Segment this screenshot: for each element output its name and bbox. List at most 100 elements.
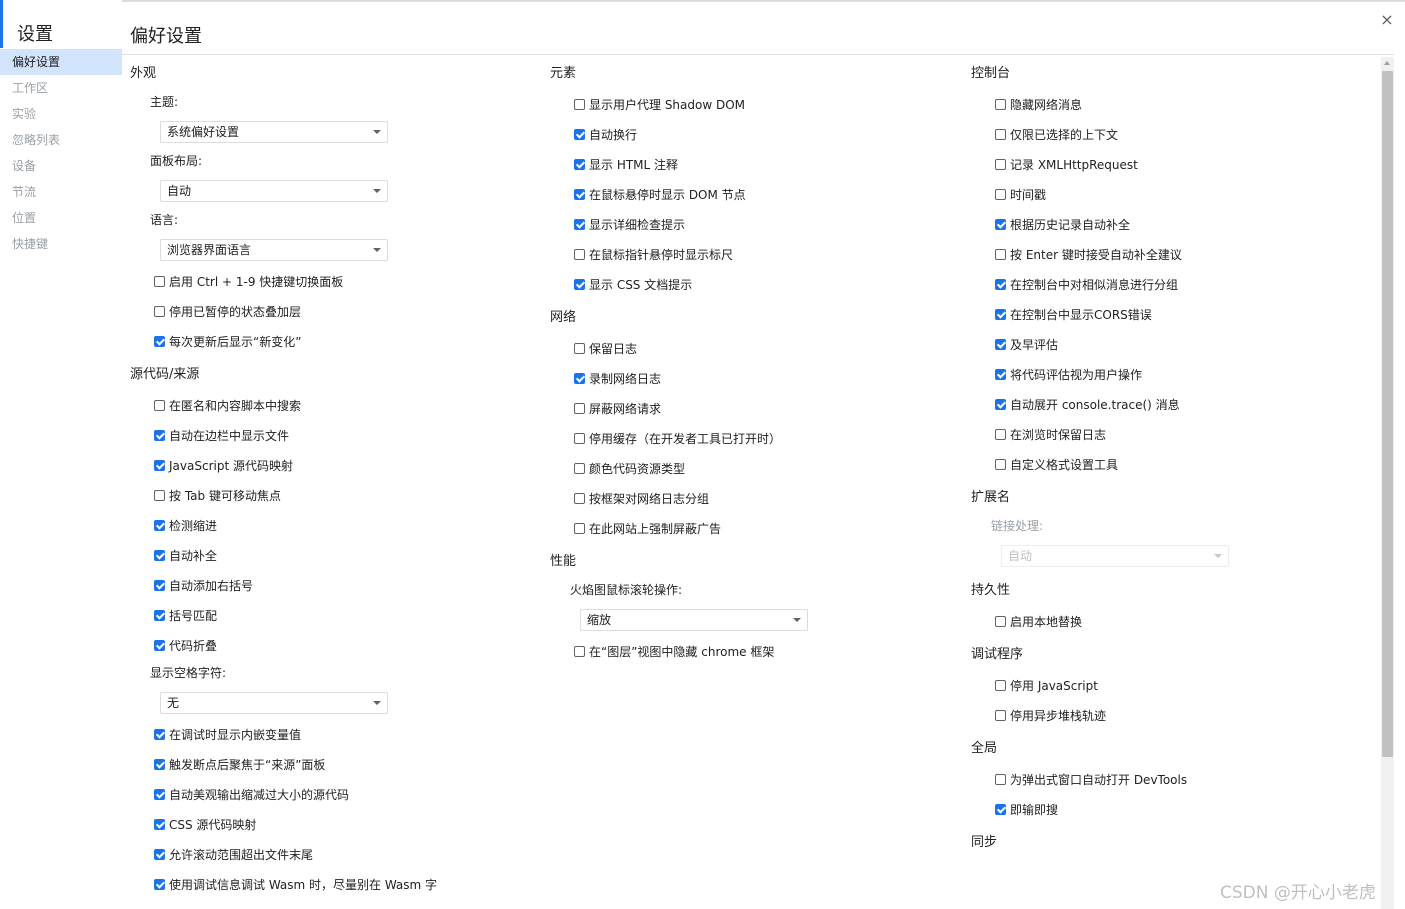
setting-row[interactable]: 在浏览时保留日志 — [971, 419, 1371, 449]
checkbox-checked[interactable] — [154, 335, 165, 347]
checkbox-checked[interactable] — [995, 218, 1006, 230]
checkbox-unchecked[interactable] — [154, 489, 165, 501]
dropdown-select[interactable]: 浏览器界面语言 — [160, 238, 388, 261]
checkbox-checked[interactable] — [154, 579, 165, 591]
setting-row[interactable]: 在调试时显示内嵌变量值 — [130, 719, 530, 749]
sidebar-item-4[interactable]: 设备 — [0, 153, 122, 179]
scroll-up-arrow-icon[interactable] — [1384, 61, 1390, 65]
setting-row[interactable]: 记录 XMLHttpRequest — [971, 149, 1371, 179]
setting-row[interactable]: 按 Enter 键时接受自动补全建议 — [971, 239, 1371, 269]
checkbox-checked[interactable] — [995, 308, 1006, 320]
setting-row[interactable]: 停用缓存（在开发者工具已打开时） — [550, 423, 950, 453]
checkbox-checked[interactable] — [574, 218, 585, 230]
setting-row[interactable]: 触发断点后聚焦于“来源”面板 — [130, 749, 530, 779]
setting-row[interactable]: 启用本地替换 — [971, 606, 1371, 636]
setting-row[interactable]: 启用 Ctrl + 1-9 快捷键切换面板 — [130, 266, 530, 296]
checkbox-checked[interactable] — [154, 818, 165, 830]
setting-row[interactable]: 自动添加右括号 — [130, 570, 530, 600]
setting-row[interactable]: 显示用户代理 Shadow DOM — [550, 89, 950, 119]
dropdown-select[interactable]: 自动 — [160, 179, 388, 202]
close-icon[interactable]: × — [1378, 10, 1396, 30]
checkbox-unchecked[interactable] — [995, 773, 1006, 785]
checkbox-checked[interactable] — [154, 459, 165, 471]
setting-row[interactable]: 按框架对网络日志分组 — [550, 483, 950, 513]
setting-row[interactable]: 将代码评估视为用户操作 — [971, 359, 1371, 389]
checkbox-checked[interactable] — [154, 609, 165, 621]
checkbox-unchecked[interactable] — [995, 128, 1006, 140]
checkbox-unchecked[interactable] — [574, 248, 585, 260]
checkbox-checked[interactable] — [995, 338, 1006, 350]
setting-row[interactable]: 仅限已选择的上下文 — [971, 119, 1371, 149]
setting-row[interactable]: 按 Tab 键可移动焦点 — [130, 480, 530, 510]
setting-row[interactable]: 根据历史记录自动补全 — [971, 209, 1371, 239]
checkbox-unchecked[interactable] — [574, 432, 585, 444]
setting-row[interactable]: 保留日志 — [550, 333, 950, 363]
setting-row[interactable]: 代码折叠 — [130, 630, 530, 660]
checkbox-checked[interactable] — [154, 519, 165, 531]
checkbox-unchecked[interactable] — [154, 275, 165, 287]
setting-row[interactable]: 在控制台中显示CORS错误 — [971, 299, 1371, 329]
sidebar-item-7[interactable]: 快捷键 — [0, 231, 122, 257]
scrollbar-thumb[interactable] — [1382, 71, 1393, 757]
checkbox-checked[interactable] — [574, 278, 585, 290]
dropdown-select[interactable]: 缩放 — [580, 608, 808, 631]
setting-row[interactable]: 显示详细检查提示 — [550, 209, 950, 239]
setting-row[interactable]: 时间戳 — [971, 179, 1371, 209]
dropdown-select[interactable]: 系统偏好设置 — [160, 120, 388, 143]
sidebar-item-5[interactable]: 节流 — [0, 179, 122, 205]
checkbox-checked[interactable] — [574, 158, 585, 170]
sidebar-item-2[interactable]: 实验 — [0, 101, 122, 127]
setting-row[interactable]: CSS 源代码映射 — [130, 809, 530, 839]
checkbox-checked[interactable] — [154, 758, 165, 770]
checkbox-unchecked[interactable] — [995, 428, 1006, 440]
checkbox-unchecked[interactable] — [574, 98, 585, 110]
checkbox-checked[interactable] — [995, 803, 1006, 815]
setting-row[interactable]: 屏蔽网络请求 — [550, 393, 950, 423]
checkbox-unchecked[interactable] — [154, 305, 165, 317]
checkbox-checked[interactable] — [154, 728, 165, 740]
checkbox-unchecked[interactable] — [154, 399, 165, 411]
checkbox-unchecked[interactable] — [995, 679, 1006, 691]
checkbox-unchecked[interactable] — [995, 158, 1006, 170]
vertical-scrollbar[interactable] — [1381, 57, 1394, 909]
setting-row[interactable]: 在此网站上强制屏蔽广告 — [550, 513, 950, 543]
setting-row[interactable]: 括号匹配 — [130, 600, 530, 630]
checkbox-unchecked[interactable] — [574, 462, 585, 474]
checkbox-unchecked[interactable] — [574, 402, 585, 414]
setting-row[interactable]: 停用已暂停的状态叠加层 — [130, 296, 530, 326]
checkbox-unchecked[interactable] — [995, 615, 1006, 627]
setting-row[interactable]: 使用调试信息调试 Wasm 时，尽量别在 Wasm 字 — [130, 869, 530, 899]
setting-row[interactable]: 显示 CSS 文档提示 — [550, 269, 950, 299]
setting-row[interactable]: 停用 JavaScript — [971, 670, 1371, 700]
checkbox-checked[interactable] — [574, 128, 585, 140]
setting-row[interactable]: 在匿名和内容脚本中搜索 — [130, 390, 530, 420]
setting-row[interactable]: 隐藏网络消息 — [971, 89, 1371, 119]
setting-row[interactable]: 及早评估 — [971, 329, 1371, 359]
checkbox-unchecked[interactable] — [574, 342, 585, 354]
setting-row[interactable]: 录制网络日志 — [550, 363, 950, 393]
checkbox-unchecked[interactable] — [574, 492, 585, 504]
setting-row[interactable]: 在“图层”视图中隐藏 chrome 框架 — [550, 636, 950, 666]
checkbox-checked[interactable] — [574, 188, 585, 200]
sidebar-item-3[interactable]: 忽略列表 — [0, 127, 122, 153]
setting-row[interactable]: 即输即搜 — [971, 794, 1371, 824]
setting-row[interactable]: 自动换行 — [550, 119, 950, 149]
sidebar-item-6[interactable]: 位置 — [0, 205, 122, 231]
setting-row[interactable]: 自动美观输出缩减过大小的源代码 — [130, 779, 530, 809]
checkbox-checked[interactable] — [574, 372, 585, 384]
checkbox-checked[interactable] — [154, 848, 165, 860]
setting-row[interactable]: 颜色代码资源类型 — [550, 453, 950, 483]
checkbox-unchecked[interactable] — [574, 522, 585, 534]
setting-row[interactable]: 为弹出式窗口自动打开 DevTools — [971, 764, 1371, 794]
setting-row[interactable]: 自动展开 console.trace() 消息 — [971, 389, 1371, 419]
checkbox-checked[interactable] — [154, 639, 165, 651]
setting-row[interactable]: 每次更新后显示“新变化” — [130, 326, 530, 356]
setting-row[interactable]: 在鼠标悬停时显示 DOM 节点 — [550, 179, 950, 209]
checkbox-checked[interactable] — [154, 788, 165, 800]
checkbox-checked[interactable] — [154, 549, 165, 561]
checkbox-checked[interactable] — [995, 278, 1006, 290]
checkbox-checked[interactable] — [154, 878, 165, 890]
checkbox-unchecked[interactable] — [995, 188, 1006, 200]
checkbox-unchecked[interactable] — [995, 709, 1006, 721]
checkbox-unchecked[interactable] — [574, 645, 585, 657]
